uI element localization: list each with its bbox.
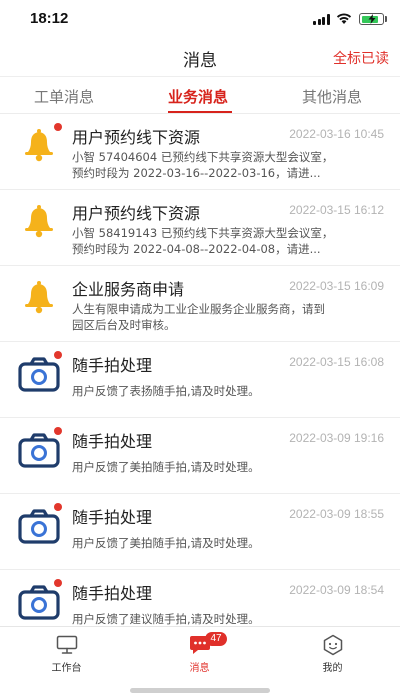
list-item[interactable]: 随手拍处理 2022-03-15 16:08 用户反馈了表扬随手拍,请及时处理。 xyxy=(0,342,400,418)
list-item[interactable]: 企业服务商申请 2022-03-15 16:09 人生有限申请成为工业企业服务企… xyxy=(0,266,400,342)
profile-face-icon xyxy=(323,634,343,656)
message-title: 随手拍处理 xyxy=(72,356,153,375)
tabbar-item-messages[interactable]: 47 消息 xyxy=(133,627,266,675)
nav-bar: 消息 全标已读 xyxy=(0,36,400,76)
tab-other-messages[interactable]: 其他消息 xyxy=(302,86,362,107)
message-body-line: 用户反馈了建议随手拍,请及时处理。 xyxy=(72,612,260,626)
signal-icon xyxy=(313,14,330,25)
message-body: 人生有限申请成为工业企业服务企业服务商，请到 园区后台及时审核。 xyxy=(72,301,384,333)
message-title: 随手拍处理 xyxy=(72,584,153,603)
message-body: 用户反馈了表扬随手拍,请及时处理。 xyxy=(72,383,384,399)
battery-cap xyxy=(385,16,387,22)
message-time: 2022-03-15 16:08 xyxy=(289,355,384,369)
message-body: 小智 57404604 已预约线下共享资源大型会议室， 预约时段为 2022-0… xyxy=(72,149,384,181)
message-body: 用户反馈了美拍随手拍,请及时处理。 xyxy=(72,459,384,475)
unread-dot xyxy=(54,123,62,131)
message-body-line: 小智 57404604 已预约线下共享资源大型会议室， xyxy=(72,150,334,164)
unread-dot xyxy=(54,503,62,511)
charging-bolt-icon xyxy=(368,14,376,24)
list-item[interactable]: 用户预约线下资源 2022-03-15 16:12 小智 58419143 已预… xyxy=(0,190,400,266)
message-time: 2022-03-15 16:09 xyxy=(289,279,384,293)
monitor-icon xyxy=(56,635,78,654)
unread-dot xyxy=(54,351,62,359)
message-body-line: 预约时段为 2022-03-16--2022-03-16，请进... xyxy=(72,166,321,180)
list-item[interactable]: 随手拍处理 2022-03-09 18:54 用户反馈了建议随手拍,请及时处理。 xyxy=(0,570,400,626)
message-time: 2022-03-09 18:54 xyxy=(289,583,384,597)
message-body: 小智 58419143 已预约线下共享资源大型会议室， 预约时段为 2022-0… xyxy=(72,225,384,257)
tabbar-label: 我的 xyxy=(322,663,343,674)
message-body-line: 预约时段为 2022-04-08--2022-04-08，请进... xyxy=(72,242,321,256)
message-title: 随手拍处理 xyxy=(72,508,153,527)
message-tabs: 工单消息 业务消息 其他消息 xyxy=(0,76,400,114)
unread-dot xyxy=(54,427,62,435)
message-list[interactable]: 用户预约线下资源 2022-03-16 10:45 小智 57404604 已预… xyxy=(0,114,400,626)
unread-dot xyxy=(54,579,62,587)
list-item[interactable]: 随手拍处理 2022-03-09 19:16 用户反馈了美拍随手拍,请及时处理。 xyxy=(0,418,400,494)
message-body-line: 小智 58419143 已预约线下共享资源大型会议室， xyxy=(72,226,334,240)
tabbar-label: 工作台 xyxy=(51,663,82,674)
tabbar-label: 消息 xyxy=(189,663,210,674)
status-time: 18:12 xyxy=(30,10,69,27)
message-title: 用户预约线下资源 xyxy=(72,128,201,147)
message-body-line: 用户反馈了美拍随手拍,请及时处理。 xyxy=(72,460,260,474)
home-indicator xyxy=(130,688,270,693)
message-body-line: 用户反馈了美拍随手拍,请及时处理。 xyxy=(72,536,260,550)
message-title: 用户预约线下资源 xyxy=(72,204,201,223)
list-item[interactable]: 随手拍处理 2022-03-09 18:55 用户反馈了美拍随手拍,请及时处理。 xyxy=(0,494,400,570)
list-item[interactable]: 用户预约线下资源 2022-03-16 10:45 小智 57404604 已预… xyxy=(0,114,400,190)
message-title: 随手拍处理 xyxy=(72,432,153,451)
message-time: 2022-03-15 16:12 xyxy=(289,203,384,217)
unread-count-badge: 47 xyxy=(205,632,227,646)
wifi-icon xyxy=(336,13,352,24)
message-body-line: 用户反馈了表扬随手拍,请及时处理。 xyxy=(72,384,260,398)
message-body: 用户反馈了美拍随手拍,请及时处理。 xyxy=(72,535,384,551)
message-body-line: 人生有限申请成为工业企业服务企业服务商，请到 xyxy=(72,302,325,316)
message-time: 2022-03-09 19:16 xyxy=(289,431,384,445)
tabbar-item-workbench[interactable]: 工作台 xyxy=(0,627,133,675)
active-tab-indicator xyxy=(168,111,232,113)
bell-icon xyxy=(25,205,53,238)
bell-icon xyxy=(25,281,53,314)
message-body-line: 园区后台及时审核。 xyxy=(72,318,176,332)
message-time: 2022-03-09 18:55 xyxy=(289,507,384,521)
message-time: 2022-03-16 10:45 xyxy=(289,127,384,141)
status-bar: 18:12 xyxy=(0,0,400,36)
mark-all-read-button[interactable]: 全标已读 xyxy=(333,48,389,68)
message-body: 用户反馈了建议随手拍,请及时处理。 xyxy=(72,611,384,626)
message-title: 企业服务商申请 xyxy=(72,280,185,299)
tab-business-messages[interactable]: 业务消息 xyxy=(168,86,228,107)
tab-work-order-messages[interactable]: 工单消息 xyxy=(34,86,94,107)
tabbar-item-profile[interactable]: 我的 xyxy=(266,627,399,675)
